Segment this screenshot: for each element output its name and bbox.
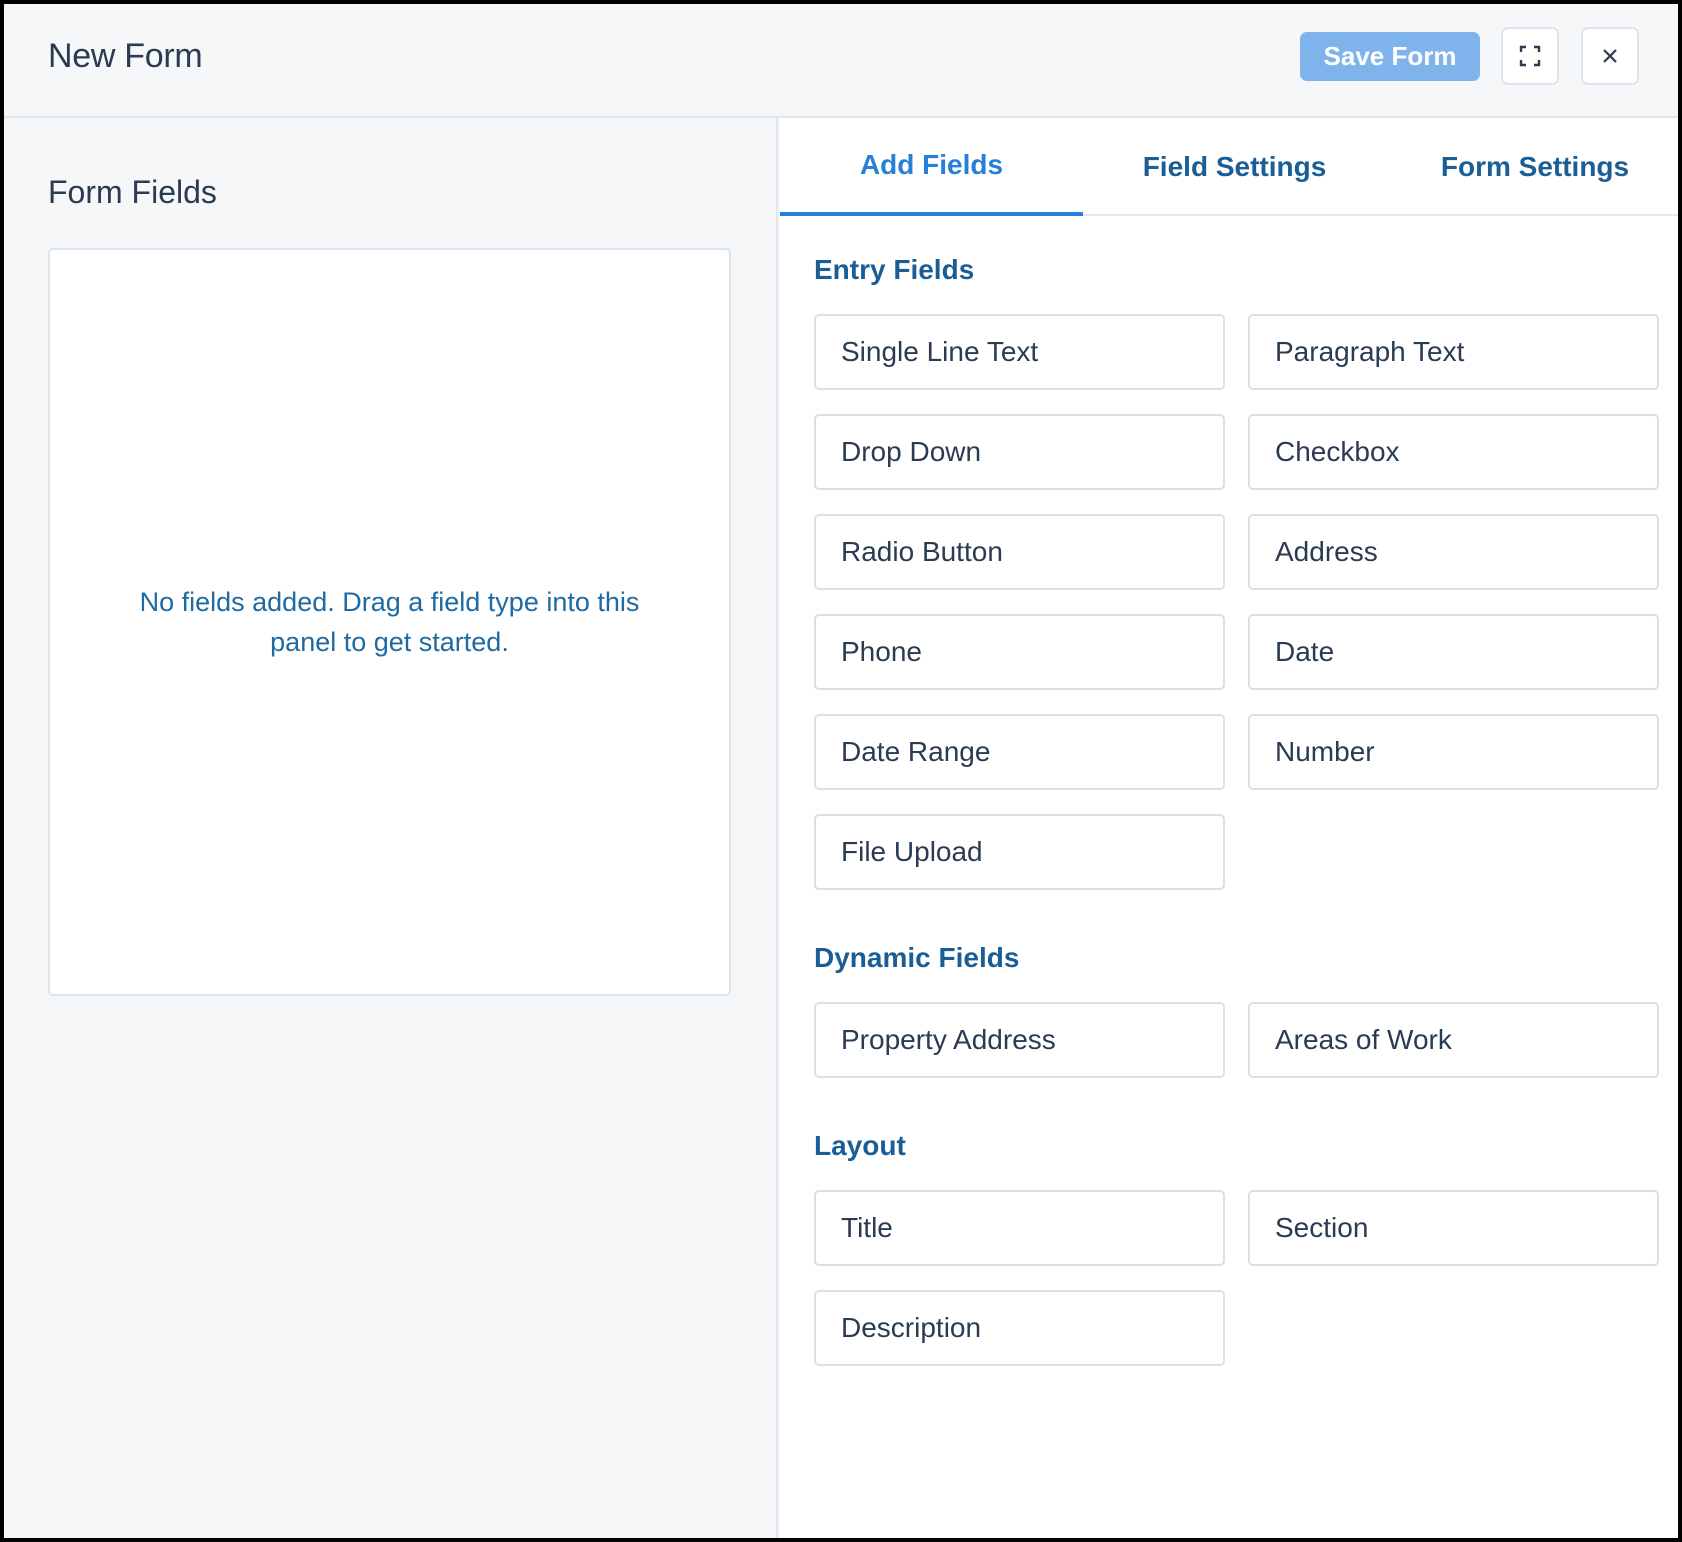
close-button[interactable] xyxy=(1581,27,1639,85)
tab-form-settings[interactable]: Form Settings xyxy=(1386,118,1678,216)
field-section[interactable]: Section xyxy=(1248,1190,1659,1266)
entry-fields-heading: Entry Fields xyxy=(814,254,975,285)
field-palette-panel: Add Fields Field Settings Form Settings … xyxy=(780,118,1678,1538)
form-builder-window: New Form Save Form Form Fields No fields… xyxy=(0,0,1682,1542)
tab-bar: Add Fields Field Settings Form Settings xyxy=(780,118,1678,216)
field-number[interactable]: Number xyxy=(1248,714,1659,790)
field-paragraph-text[interactable]: Paragraph Text xyxy=(1248,314,1659,390)
field-areas-of-work[interactable]: Areas of Work xyxy=(1248,1002,1659,1078)
close-icon xyxy=(1603,49,1617,63)
form-fields-title: Form Fields xyxy=(48,174,217,210)
save-form-button[interactable]: Save Form xyxy=(1300,32,1480,81)
field-address[interactable]: Address xyxy=(1248,514,1659,590)
tab-add-fields[interactable]: Add Fields xyxy=(780,118,1083,216)
field-checkbox[interactable]: Checkbox xyxy=(1248,414,1659,490)
field-description[interactable]: Description xyxy=(814,1290,1225,1366)
tab-field-settings[interactable]: Field Settings xyxy=(1083,118,1386,216)
field-phone[interactable]: Phone xyxy=(814,614,1225,690)
field-dropzone[interactable]: No fields added. Drag a field type into … xyxy=(48,248,731,996)
expand-button[interactable] xyxy=(1501,27,1559,85)
field-drop-down[interactable]: Drop Down xyxy=(814,414,1225,490)
field-property-address[interactable]: Property Address xyxy=(814,1002,1225,1078)
field-title[interactable]: Title xyxy=(814,1190,1225,1266)
header-bar: New Form Save Form xyxy=(4,4,1678,118)
form-fields-panel: Form Fields No fields added. Drag a fiel… xyxy=(4,118,778,1538)
field-file-upload[interactable]: File Upload xyxy=(814,814,1225,890)
field-date-range[interactable]: Date Range xyxy=(814,714,1225,790)
dynamic-fields-heading: Dynamic Fields xyxy=(814,942,1020,973)
field-date[interactable]: Date xyxy=(1248,614,1659,690)
expand-icon xyxy=(1519,45,1541,67)
window-title: New Form xyxy=(48,37,203,75)
field-single-line-text[interactable]: Single Line Text xyxy=(814,314,1225,390)
layout-heading: Layout xyxy=(814,1130,906,1161)
field-radio-button[interactable]: Radio Button xyxy=(814,514,1225,590)
empty-state-message: No fields added. Drag a field type into … xyxy=(139,587,640,657)
